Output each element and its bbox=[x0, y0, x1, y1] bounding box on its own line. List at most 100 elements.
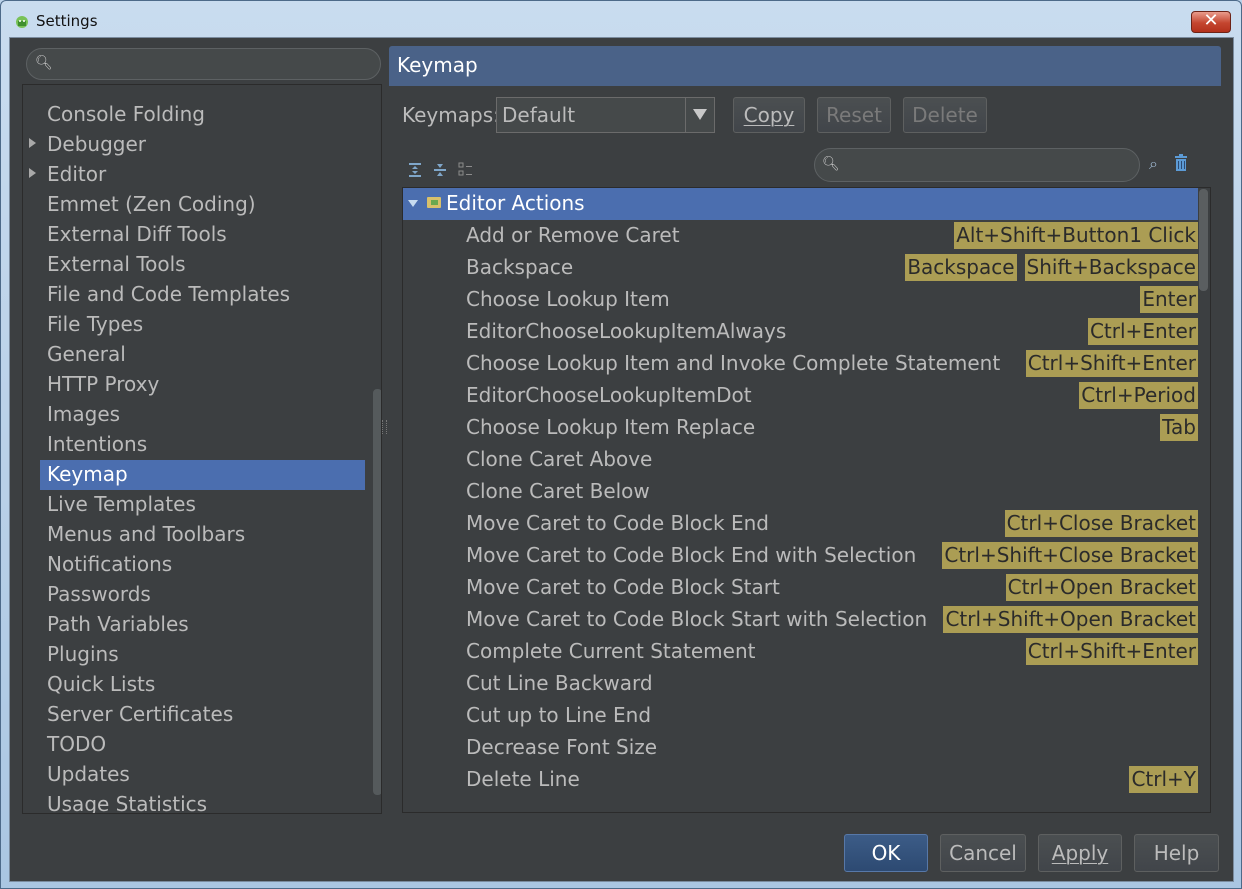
copy-button-label: Copy bbox=[743, 103, 795, 127]
close-button[interactable]: ✕ bbox=[1191, 10, 1231, 33]
shortcut-list: Ctrl+Shift+Open Bracket bbox=[935, 606, 1198, 634]
tree-group-label: Editor Actions bbox=[446, 191, 585, 215]
shortcut-badge: Ctrl+Enter bbox=[1087, 318, 1198, 345]
action-name: Cut up to Line End bbox=[466, 703, 652, 727]
actions-scrollbar[interactable] bbox=[1199, 189, 1208, 291]
sidebar-item-editor[interactable]: Editor bbox=[23, 160, 365, 190]
action-row[interactable]: Choose Lookup Item Replace Tab bbox=[403, 412, 1198, 444]
sidebar-item-http-proxy[interactable]: HTTP Proxy bbox=[23, 370, 365, 400]
action-row[interactable]: Choose Lookup Item and Invoke Complete S… bbox=[403, 348, 1198, 380]
sidebar-item-menus-and-toolbars[interactable]: Menus and Toolbars bbox=[23, 520, 365, 550]
sidebar-item-label: File and Code Templates bbox=[47, 282, 291, 306]
action-row-partial[interactable] bbox=[403, 796, 1198, 812]
action-row[interactable]: Move Caret to Code Block End Ctrl+Close B… bbox=[403, 508, 1198, 540]
action-name: Move Caret to Code Block End bbox=[466, 511, 769, 535]
expand-arrow-icon[interactable] bbox=[29, 138, 36, 148]
sidebar-item-file-and-code-templates[interactable]: File and Code Templates bbox=[23, 280, 365, 310]
sidebar-item-todo[interactable]: TODO bbox=[23, 730, 365, 760]
action-row[interactable]: EditorChooseLookupItemDot Ctrl+Period bbox=[403, 380, 1198, 412]
action-row[interactable]: Decrease Font Size bbox=[403, 732, 1198, 764]
sidebar-item-label: HTTP Proxy bbox=[47, 372, 160, 396]
splitter-handle[interactable] bbox=[382, 420, 387, 434]
ok-button-label: OK bbox=[871, 841, 901, 865]
tree-group-editor-actions[interactable]: Editor Actions bbox=[403, 188, 1198, 220]
clear-filter-trash-icon[interactable] bbox=[1173, 154, 1189, 172]
settings-search-input[interactable]: 🔍︎ bbox=[26, 48, 381, 80]
action-row[interactable]: Clone Caret Below bbox=[403, 476, 1198, 508]
ok-button[interactable]: OK bbox=[844, 834, 928, 872]
cancel-button[interactable]: Cancel bbox=[940, 834, 1026, 872]
sidebar-item-label: TODO bbox=[47, 732, 107, 756]
action-name: Complete Current Statement bbox=[466, 639, 756, 663]
sidebar-item-path-variables[interactable]: Path Variables bbox=[23, 610, 365, 640]
delete-button[interactable]: Delete bbox=[903, 97, 987, 133]
expand-all-icon[interactable] bbox=[407, 162, 423, 178]
sidebar-item-label: Path Variables bbox=[47, 612, 189, 636]
close-icon: ✕ bbox=[1203, 10, 1219, 31]
sidebar-item-keymap[interactable]: Keymap bbox=[40, 460, 365, 490]
expand-arrow-icon[interactable] bbox=[29, 168, 36, 178]
sidebar-item-passwords[interactable]: Passwords bbox=[23, 580, 365, 610]
chevron-down-icon bbox=[693, 109, 707, 120]
action-row[interactable]: Delete Line Ctrl+Y bbox=[403, 764, 1198, 796]
sidebar-item-label: Notifications bbox=[47, 552, 173, 576]
apply-button-label: Apply bbox=[1051, 841, 1109, 865]
expand-arrow-icon[interactable] bbox=[408, 200, 418, 207]
sidebar-item-console-folding[interactable]: Console Folding bbox=[23, 100, 365, 130]
action-row[interactable]: Choose Lookup Item Enter bbox=[403, 284, 1198, 316]
keymap-select[interactable]: Default bbox=[496, 97, 715, 133]
shortcut-badge: Alt+Shift+Button1 Click bbox=[954, 222, 1198, 249]
help-button[interactable]: Help bbox=[1134, 834, 1219, 872]
sidebar-item-images[interactable]: Images bbox=[23, 400, 365, 430]
shortcut-badge: Ctrl+Y bbox=[1129, 766, 1198, 793]
action-search-input[interactable]: 🔍︎ bbox=[814, 148, 1140, 182]
action-row[interactable]: Cut Line Backward bbox=[403, 668, 1198, 700]
sidebar-item-emmet-zen-coding[interactable]: Emmet (Zen Coding) bbox=[23, 190, 365, 220]
action-row[interactable]: Cut up to Line End bbox=[403, 700, 1198, 732]
sidebar-item-live-templates[interactable]: Live Templates bbox=[23, 490, 365, 520]
keymap-select-value: Default bbox=[502, 103, 576, 127]
apply-button[interactable]: Apply bbox=[1038, 834, 1122, 872]
sidebar-item-external-diff-tools[interactable]: External Diff Tools bbox=[23, 220, 365, 250]
action-row[interactable]: Move Caret to Code Block Start Ctrl+Open … bbox=[403, 572, 1198, 604]
sidebar-item-label: Plugins bbox=[47, 642, 119, 666]
sidebar-item-external-tools[interactable]: External Tools bbox=[23, 250, 365, 280]
sidebar-item-general[interactable]: General bbox=[23, 340, 365, 370]
action-name: Choose Lookup Item Replace bbox=[466, 415, 756, 439]
action-row[interactable]: Add or Remove Caret Alt+Shift+Button1 Cli… bbox=[403, 220, 1198, 252]
action-row[interactable]: Complete Current Statement Ctrl+Shift+Ent… bbox=[403, 636, 1198, 668]
sidebar-item-label: Menus and Toolbars bbox=[47, 522, 246, 546]
sidebar-item-notifications[interactable]: Notifications bbox=[23, 550, 365, 580]
action-row[interactable]: Clone Caret Above bbox=[403, 444, 1198, 476]
sidebar-item-file-types[interactable]: File Types bbox=[23, 310, 365, 340]
sidebar-item-usage-statistics[interactable]: Usage Statistics bbox=[23, 790, 365, 813]
action-name: EditorChooseLookupItemDot bbox=[466, 383, 752, 407]
sidebar-item-server-certificates[interactable]: Server Certificates bbox=[23, 700, 365, 730]
sidebar-item-plugins[interactable]: Plugins bbox=[23, 640, 365, 670]
action-name: Clone Caret Below bbox=[466, 479, 650, 503]
action-name: Clone Caret Above bbox=[466, 447, 653, 471]
shortcut-list: Ctrl+Open Bracket bbox=[998, 574, 1198, 602]
copy-button[interactable]: Copy bbox=[733, 97, 805, 133]
shortcut-list: Ctrl+Shift+Enter bbox=[1018, 638, 1198, 666]
action-row[interactable]: Move Caret to Code Block End with Select… bbox=[403, 540, 1198, 572]
sidebar-item-debugger[interactable]: Debugger bbox=[23, 130, 365, 160]
sidebar-item-quick-lists[interactable]: Quick Lists bbox=[23, 670, 365, 700]
group-icon[interactable] bbox=[457, 162, 473, 178]
sidebar-item-label: Intentions bbox=[47, 432, 148, 456]
title-bar[interactable]: Settings ✕ bbox=[1, 1, 1241, 37]
dialog-content: 🔍︎ Console Folding Debugger Editor Emmet (Z… bbox=[9, 37, 1234, 882]
action-row[interactable]: EditorChooseLookupItemAlways Ctrl+Enter bbox=[403, 316, 1198, 348]
window-title: Settings bbox=[36, 12, 98, 30]
panel-title: Keymap bbox=[397, 53, 478, 77]
sidebar-item-updates[interactable]: Updates bbox=[23, 760, 365, 790]
reset-button[interactable]: Reset bbox=[817, 97, 891, 133]
find-by-shortcut-icon[interactable]: ⌕ bbox=[1149, 154, 1158, 174]
collapse-all-icon[interactable] bbox=[432, 162, 448, 178]
sidebar-item-label: File Types bbox=[47, 312, 144, 336]
action-row[interactable]: Backspace Backspace Shift+Backspace bbox=[403, 252, 1198, 284]
sidebar-item-intentions[interactable]: Intentions bbox=[23, 430, 365, 460]
action-row[interactable]: Move Caret to Code Block Start with Sele… bbox=[403, 604, 1198, 636]
sidebar-scrollbar[interactable] bbox=[373, 389, 381, 795]
shortcut-list: Enter bbox=[1132, 286, 1198, 314]
